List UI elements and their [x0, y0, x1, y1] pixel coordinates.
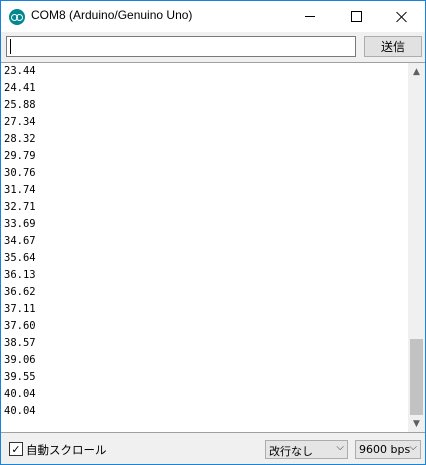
output-line: 32.71 — [4, 201, 36, 213]
check-icon: ✓ — [11, 442, 21, 456]
output-line: 31.74 — [4, 184, 36, 196]
minimize-button[interactable] — [287, 1, 333, 32]
output-line: 38.57 — [4, 337, 36, 349]
output-line: 37.60 — [4, 320, 36, 332]
output-line: 39.55 — [4, 371, 36, 383]
baud-rate-value: 9600 bps — [359, 443, 411, 456]
output-line: 27.34 — [4, 116, 36, 128]
output-line: 35.64 — [4, 252, 36, 264]
title-bar[interactable]: COM8 (Arduino/Genuino Uno) — [1, 1, 425, 32]
close-button[interactable] — [379, 1, 425, 32]
scroll-up-icon[interactable]: ▲ — [408, 63, 425, 80]
output-line: 36.62 — [4, 286, 36, 298]
output-line: 39.06 — [4, 354, 36, 366]
output-line: 40.04 — [4, 405, 36, 417]
autoscroll-label[interactable]: 自動スクロール — [26, 442, 107, 458]
output-lines: 23.44 24.41 25.88 27.34 28.32 29.79 30.76 31.74… — [4, 63, 36, 420]
window-title: COM8 (Arduino/Genuino Uno) — [31, 8, 193, 22]
serial-output[interactable]: 23.44 24.41 25.88 27.34 28.32 29.79 30.76 31.74… — [1, 62, 425, 433]
autoscroll-checkbox[interactable]: ✓ — [9, 442, 23, 456]
chevron-down-icon: ⌵ — [409, 442, 417, 453]
output-line: 28.32 — [4, 133, 36, 145]
scroll-down-icon[interactable]: ▼ — [408, 415, 425, 432]
scroll-thumb[interactable] — [410, 339, 423, 415]
baud-rate-select[interactable]: 9600 bps ⌵ — [355, 440, 421, 459]
text-caret — [10, 39, 11, 54]
close-icon — [396, 11, 408, 23]
serial-monitor-window: COM8 (Arduino/Genuino Uno) 送信 23.44 24.41… — [0, 0, 426, 465]
footer-bar: ✓ 自動スクロール 改行なし ⌵ 9600 bps ⌵ — [1, 433, 425, 464]
output-line: 25.88 — [4, 99, 36, 111]
maximize-icon — [350, 11, 362, 22]
output-line: 30.76 — [4, 167, 36, 179]
vertical-scrollbar[interactable]: ▲ ▼ — [408, 63, 425, 432]
output-line: 24.41 — [4, 82, 36, 94]
arduino-icon — [9, 9, 25, 25]
output-line: 29.79 — [4, 150, 36, 162]
output-line: 23.44 — [4, 65, 36, 77]
minimize-icon — [305, 16, 315, 17]
send-button[interactable]: 送信 — [364, 36, 422, 57]
chevron-down-icon: ⌵ — [336, 442, 344, 453]
output-line: 40.04 — [4, 388, 36, 400]
maximize-button[interactable] — [333, 1, 379, 32]
send-input[interactable] — [6, 36, 356, 57]
output-line: 37.11 — [4, 303, 36, 315]
output-line: 36.13 — [4, 269, 36, 281]
line-ending-value: 改行なし — [269, 445, 313, 458]
send-row: 送信 — [1, 32, 425, 62]
output-line: 33.69 — [4, 218, 36, 230]
line-ending-select[interactable]: 改行なし ⌵ — [265, 440, 348, 459]
output-line: 34.67 — [4, 235, 36, 247]
